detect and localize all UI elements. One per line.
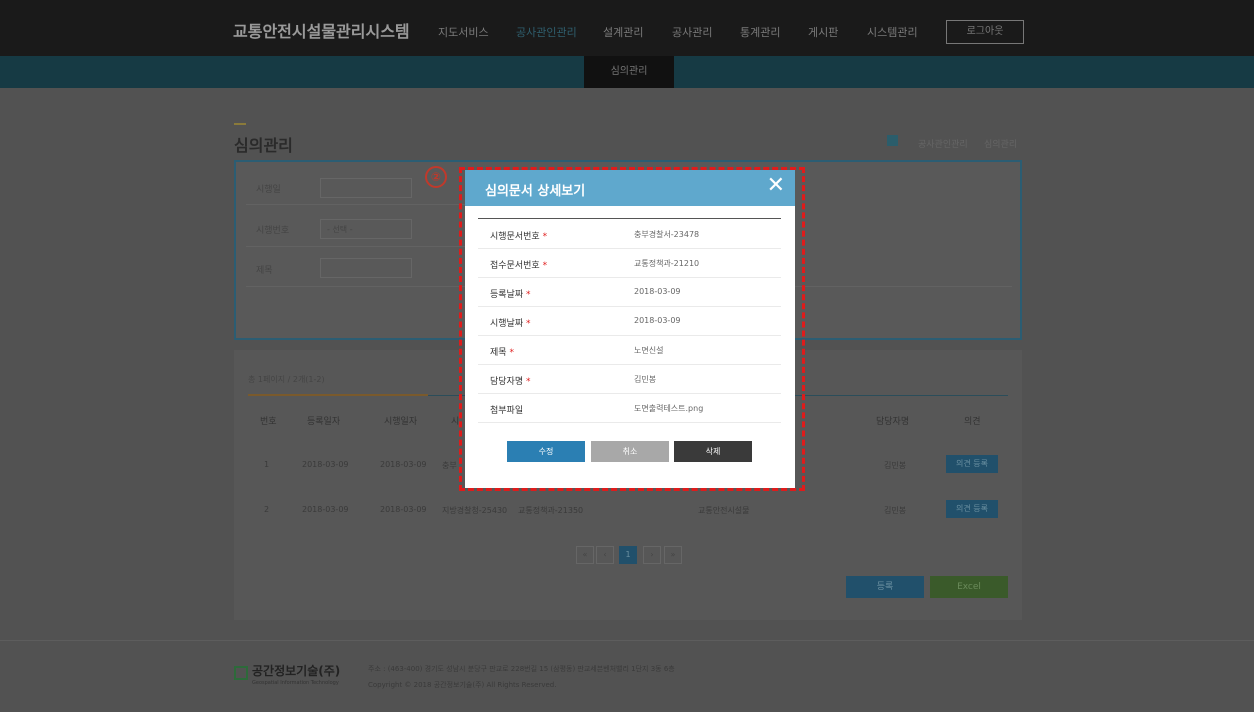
cancel-button[interactable]: 취소 (591, 441, 669, 462)
edit-button[interactable]: 수정 (507, 441, 585, 462)
row2-manager: 김민봉 (884, 506, 907, 515)
field-label: 시행문서번호 * (490, 232, 548, 242)
row1-exec-date: 2018-03-09 (380, 460, 427, 469)
delete-button[interactable]: 삭제 (674, 441, 752, 462)
field-label: 제목 * (490, 348, 514, 358)
company-logo-icon (234, 666, 248, 680)
nav-map-service[interactable]: 지도서비스 (438, 24, 489, 40)
col-manager: 담당자명 (876, 417, 910, 427)
row1-opinion-button[interactable]: 의견 등록 (946, 455, 998, 473)
excel-button[interactable]: Excel (930, 576, 1008, 598)
field-row-exec-date: 시행날짜 * 2018-03-09 (478, 307, 781, 336)
nav-board[interactable]: 게시판 (808, 24, 838, 40)
annotation-number: ② (425, 166, 447, 188)
field-row-manager: 담당자명 * 김민봉 (478, 365, 781, 394)
field-row-reg-date: 등록날짜 * 2018-03-09 (478, 278, 781, 307)
col-no: 번호 (260, 417, 277, 427)
date-input[interactable] (320, 178, 412, 198)
top-navbar: 교통안전시설물관리시스템 지도서비스 공사관인관리 설계관리 공사관리 통계관리… (0, 0, 1254, 56)
number-label: 시행번호 (256, 226, 290, 236)
field-label: 첨부파일 (490, 406, 524, 416)
field-row-exec-doc-no: 시행문서번호 * 충부경찰서-23478 (478, 220, 781, 249)
field-label: 담당자명 * (490, 377, 531, 387)
field-row-attachment: 첨부파일 도면출력테스트.png (478, 394, 781, 423)
date-label: 시행일 (256, 185, 281, 195)
company-logo-sub: Geospatial Information Technology (252, 680, 339, 686)
home-icon[interactable] (887, 135, 898, 146)
company-logo: 공간정보기술(주) (252, 664, 341, 678)
logout-button[interactable]: 로그아웃 (946, 20, 1024, 44)
total-count: 총 1페이지 / 2개(1-2) (248, 375, 325, 384)
pager-first[interactable]: « (576, 546, 594, 564)
title-input[interactable] (320, 258, 412, 278)
row2-title: 교통안전시설물 (698, 506, 750, 515)
title-accent (234, 123, 246, 125)
sub-nav-review[interactable]: 심의관리 (584, 56, 674, 88)
nav-statistics[interactable]: 통계관리 (740, 24, 780, 40)
title-label: 제목 (256, 266, 273, 276)
pager-prev[interactable]: ‹ (596, 546, 614, 564)
field-label: 접수문서번호 * (490, 261, 548, 271)
number-select[interactable]: - 선택 - (320, 219, 412, 239)
row2-exec-date: 2018-03-09 (380, 505, 427, 514)
footer-address: 주소 : (463-400) 경기도 성남시 분당구 판교로 228번길 15 … (368, 665, 675, 673)
field-value: 2018-03-09 (634, 287, 681, 296)
field-label: 등록날짜 * (490, 290, 531, 300)
pager-current[interactable]: 1 (619, 546, 637, 564)
row2-receipt: 교통정책과-21350 (518, 506, 584, 515)
field-value: 2018-03-09 (634, 316, 681, 325)
nav-design[interactable]: 설계관리 (603, 24, 643, 40)
row1-doc: 충부 (442, 461, 457, 470)
modal-header: 심의문서 상세보기 ✕ (465, 170, 795, 206)
breadcrumb-review[interactable]: 심의관리 (984, 137, 1017, 150)
row2-reg-date: 2018-03-09 (302, 505, 349, 514)
modal-top-line (478, 218, 781, 219)
pager-last[interactable]: » (664, 546, 682, 564)
close-icon[interactable]: ✕ (767, 173, 785, 198)
field-value: 노면신설 (634, 346, 664, 355)
row1-reg-date: 2018-03-09 (302, 460, 349, 469)
nav-approval[interactable]: 공사관인관리 (516, 24, 577, 40)
breadcrumb-approval[interactable]: 공사관인관리 (918, 137, 968, 150)
field-value: 김민봉 (634, 375, 657, 384)
register-button[interactable]: 등록 (846, 576, 924, 598)
detail-modal: 심의문서 상세보기 ✕ 시행문서번호 * 충부경찰서-23478 접수문서번호 … (465, 170, 795, 488)
nav-construction[interactable]: 공사관리 (672, 24, 712, 40)
brand-title[interactable]: 교통안전시설물관리시스템 (233, 18, 410, 42)
attachment-link[interactable]: 도면출력테스트.png (634, 403, 703, 414)
field-value: 교통정책과-21210 (634, 259, 700, 268)
field-value: 충부경찰서-23478 (634, 230, 700, 239)
row2-opinion-button[interactable]: 의견 등록 (946, 500, 998, 518)
field-row-title: 제목 * 노면신설 (478, 336, 781, 365)
pager-next[interactable]: › (643, 546, 661, 564)
field-label: 시행날짜 * (490, 319, 531, 329)
modal-title: 심의문서 상세보기 (485, 184, 586, 199)
footer-divider (0, 640, 1254, 641)
field-row-receipt-doc-no: 접수문서번호 * 교통정책과-21210 (478, 249, 781, 278)
col-exec-date: 시행일자 (384, 417, 418, 427)
accent-line (248, 394, 428, 396)
page-title: 심의관리 (234, 136, 293, 155)
nav-system[interactable]: 시스템관리 (867, 24, 918, 40)
row2-doc: 지방경찰청-25430 (442, 506, 508, 515)
row1-no: 1 (264, 460, 270, 469)
row1-manager: 김민봉 (884, 461, 907, 470)
col-reg-date: 등록일자 (307, 417, 341, 427)
col-opinion: 의견 (964, 417, 981, 427)
row2-no: 2 (264, 505, 270, 514)
footer-copyright: Copyright © 2018 공간정보기술(주) All Rights Re… (368, 681, 557, 689)
